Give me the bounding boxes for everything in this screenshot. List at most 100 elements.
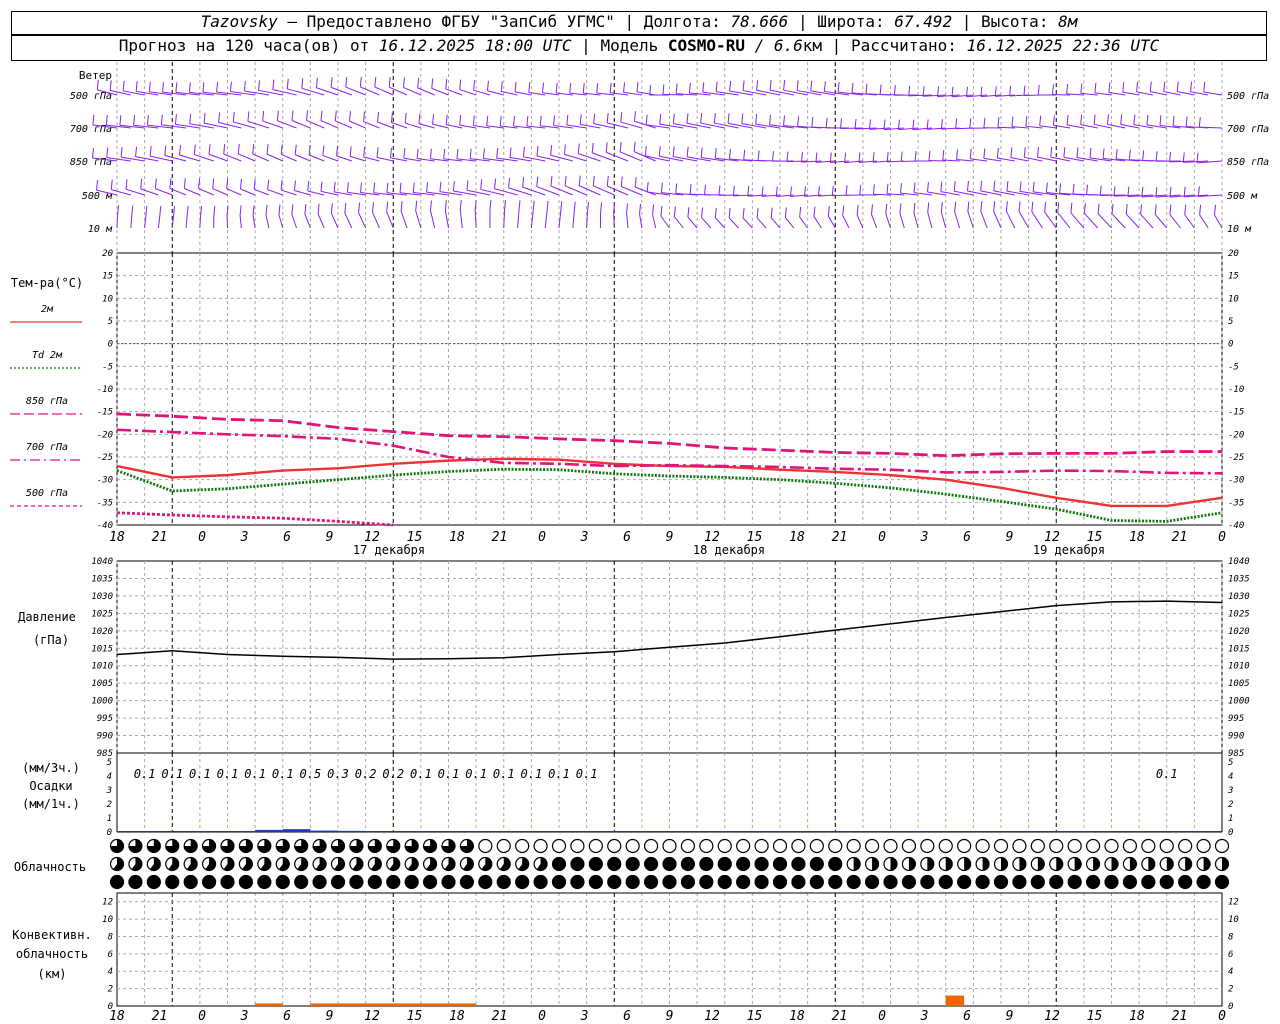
wind-barb [967, 211, 974, 229]
wind-barb-flag [1051, 84, 1054, 95]
wind-barb-flag [294, 144, 297, 155]
cloud-fill [890, 857, 897, 871]
conv-tick-right: 6 [1228, 950, 1233, 960]
wind-barb [291, 214, 298, 229]
cloud-circle [1122, 874, 1138, 890]
wind-barb-flag [159, 205, 162, 216]
cloud-symbol [1049, 856, 1064, 872]
cloud-symbol [1196, 856, 1211, 872]
wind-barb-flag [317, 203, 320, 214]
wind-barb [687, 216, 698, 229]
wind-barb-flag [700, 113, 703, 124]
wind-barb-flag [120, 147, 123, 158]
wind-barb [714, 122, 739, 129]
cloud-symbol [1049, 838, 1064, 854]
wind-barb-flag [715, 81, 718, 92]
cloud-circle [846, 874, 861, 890]
temp-tick-left: 0 [108, 340, 113, 350]
wind-barb-flag [125, 179, 128, 190]
cloud-fill [1222, 857, 1229, 871]
wind-barb-flag [203, 113, 206, 124]
cloud-symbol [772, 874, 788, 890]
wind-barb-flag [459, 115, 462, 126]
cloud-circle [1122, 838, 1138, 854]
cloud-symbol [680, 838, 696, 854]
wind-barb-flag [672, 146, 675, 157]
wind-barb-flag [703, 184, 706, 195]
cloud-symbol [367, 874, 382, 890]
model-res-unit: км [802, 36, 823, 55]
cloud-circle [662, 874, 677, 890]
cloud-circle [515, 838, 530, 854]
wind-barb-flag [431, 78, 434, 89]
wind-barb-flag [218, 112, 221, 123]
wind-barb-flag [837, 82, 840, 93]
cloud-circle [533, 838, 548, 854]
precip-3h-label: 0.1 [521, 767, 543, 781]
wind-barb-flag [928, 150, 931, 161]
pressure-tick-right: 1000 [1228, 697, 1250, 707]
precip-tick-left: 1 [107, 814, 112, 824]
wind-barb [349, 120, 366, 129]
conv-bar [945, 995, 965, 1006]
wind-barb-flag [509, 147, 512, 158]
cloud-circle [1049, 838, 1064, 854]
cloud-circle [588, 856, 603, 872]
wind-barb-flag [1106, 114, 1109, 125]
wind-barb-flag [183, 178, 186, 189]
cloud-circle [625, 856, 640, 872]
temp-tick-left: -10 [97, 385, 113, 395]
pressure-tick-right: 1035 [1228, 574, 1250, 584]
wind-barb-flag [213, 205, 216, 216]
cloud-circle [993, 874, 1009, 890]
wind-barb [336, 155, 352, 162]
cloud-circle [607, 874, 622, 890]
cloud-circle [386, 874, 401, 890]
cloud-symbol [275, 874, 290, 890]
wind-barb [320, 120, 339, 129]
cloud-circle [1196, 874, 1211, 890]
meteogram: Ветер 500 гПа 500 гПа 700 гПа 700 гПа 850 гПа… [10, 62, 1269, 1024]
hour-label-bottom: 9 [666, 1009, 674, 1024]
precip-title: Осадки [29, 779, 72, 793]
cloud-circle [478, 874, 493, 890]
hour-label: 21 [492, 530, 508, 545]
cloud-symbol [294, 856, 309, 872]
wind-barb-flag [940, 119, 943, 130]
precip-bar [338, 830, 366, 832]
cloud-symbol [957, 874, 972, 890]
wind-barb-flag [688, 82, 691, 94]
wind-barb [660, 215, 670, 229]
wind-barb-flag [504, 200, 507, 211]
wind-barb [1214, 214, 1223, 229]
cloud-symbol [588, 838, 603, 854]
cloud-symbol [828, 856, 843, 872]
precip-unit-1h: (мм/1ч.) [22, 797, 80, 811]
precip-bar [586, 831, 615, 832]
cloud-symbol [957, 838, 972, 854]
wind-barb [813, 216, 822, 229]
wind-barb-flag [336, 145, 339, 156]
wind-barb-flag [993, 201, 996, 212]
wind-barb-flag [445, 78, 448, 90]
wind-barb-flag [700, 147, 703, 158]
wind-barb-flag [885, 203, 888, 214]
separator: | [581, 36, 591, 55]
cloud-symbol [846, 874, 861, 890]
wind-barb [281, 153, 297, 162]
cloud-symbol [459, 874, 475, 890]
wind-barb-flag [563, 144, 566, 155]
cloud-symbol [422, 856, 438, 872]
wind-barb-flag [1086, 184, 1089, 195]
wind-barb-flag [783, 80, 786, 91]
hour-label: 9 [326, 530, 334, 545]
temp-legend-label: 500 гПа [26, 488, 68, 499]
wind-barb-flag [879, 84, 882, 95]
cloud-circle [828, 874, 843, 890]
wind-barb-flag [193, 144, 196, 155]
cloud-symbol [1159, 838, 1174, 854]
wind-barb-flag [840, 118, 843, 129]
cloud-circle [772, 838, 788, 854]
hour-label-bottom: 0 [878, 1009, 886, 1024]
cloud-circle [109, 874, 125, 890]
